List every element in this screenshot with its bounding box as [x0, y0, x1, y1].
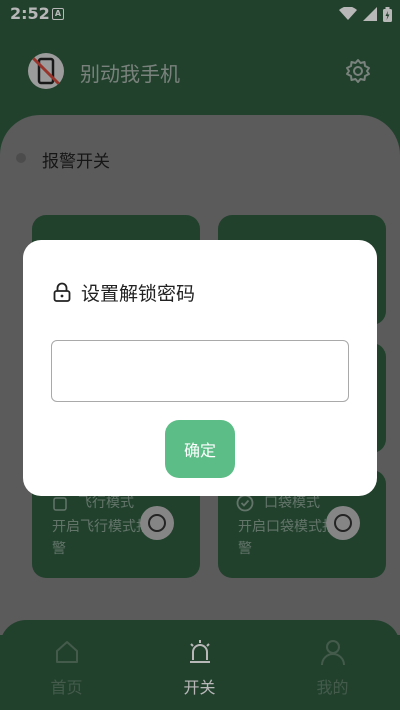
dialog-title: 设置解锁密码 [81, 282, 196, 305]
confirm-button[interactable]: 确定 [165, 420, 235, 478]
set-password-dialog: 设置解锁密码 确定 [23, 240, 377, 496]
lock-icon [53, 282, 71, 302]
dialog-header: 设置解锁密码 [51, 278, 195, 306]
password-input[interactable] [51, 340, 349, 402]
